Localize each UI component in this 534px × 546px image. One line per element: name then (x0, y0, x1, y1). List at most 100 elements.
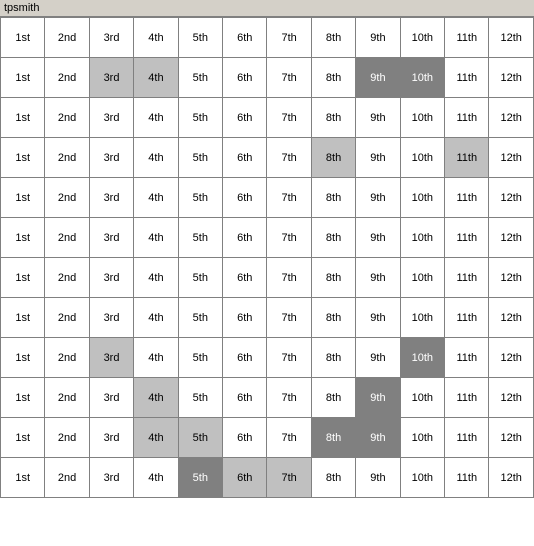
table-cell: 11th (445, 338, 489, 378)
table-cell: 1st (1, 58, 45, 98)
table-cell: 10th (400, 138, 444, 178)
table-cell: 11th (445, 458, 489, 498)
table-cell: 9th (356, 458, 400, 498)
table-cell: 3rd (89, 418, 133, 458)
table-cell: 7th (267, 418, 311, 458)
table-cell: 11th (445, 178, 489, 218)
table-cell: 12th (489, 258, 534, 298)
table-cell: 3rd (89, 258, 133, 298)
table-cell: 10th (400, 18, 444, 58)
table-cell: 2nd (45, 378, 89, 418)
table-cell: 4th (134, 218, 178, 258)
table-cell: 6th (223, 418, 267, 458)
table-cell: 10th (400, 178, 444, 218)
table-cell: 12th (489, 458, 534, 498)
table-cell: 11th (445, 378, 489, 418)
main-table: 1st2nd3rd4th5th6th7th8th9th10th11th12th1… (0, 17, 534, 498)
table-cell: 10th (400, 58, 444, 98)
table-cell: 9th (356, 58, 400, 98)
table-cell: 12th (489, 98, 534, 138)
table-cell: 3rd (89, 298, 133, 338)
table-cell: 8th (311, 178, 355, 218)
table-cell: 5th (178, 178, 222, 218)
table-cell: 5th (178, 258, 222, 298)
table-cell: 12th (489, 298, 534, 338)
table-cell: 8th (311, 18, 355, 58)
table-cell: 4th (134, 18, 178, 58)
table-cell: 6th (223, 338, 267, 378)
table-cell: 1st (1, 378, 45, 418)
table-cell: 3rd (89, 218, 133, 258)
table-cell: 12th (489, 338, 534, 378)
table-cell: 5th (178, 418, 222, 458)
table-row: 1st2nd3rd4th5th6th7th8th9th10th11th12th (1, 178, 534, 218)
table-cell: 6th (223, 298, 267, 338)
table-cell: 9th (356, 258, 400, 298)
table-cell: 8th (311, 258, 355, 298)
table-cell: 4th (134, 98, 178, 138)
table-cell: 11th (445, 298, 489, 338)
app-title: tpsmith (4, 2, 39, 14)
table-cell: 3rd (89, 98, 133, 138)
table-cell: 8th (311, 458, 355, 498)
table-cell: 2nd (45, 178, 89, 218)
table-cell: 10th (400, 458, 444, 498)
table-cell: 1st (1, 98, 45, 138)
table-cell: 5th (178, 298, 222, 338)
table-cell: 9th (356, 418, 400, 458)
table-row: 1st2nd3rd4th5th6th7th8th9th10th11th12th (1, 98, 534, 138)
table-cell: 8th (311, 98, 355, 138)
table-cell: 4th (134, 58, 178, 98)
table-cell: 10th (400, 378, 444, 418)
table-cell: 6th (223, 458, 267, 498)
table-cell: 7th (267, 178, 311, 218)
table-row: 1st2nd3rd4th5th6th7th8th9th10th11th12th (1, 338, 534, 378)
table-cell: 12th (489, 138, 534, 178)
table-cell: 10th (400, 338, 444, 378)
table-cell: 11th (445, 258, 489, 298)
table-cell: 8th (311, 418, 355, 458)
table-cell: 2nd (45, 58, 89, 98)
table-cell: 2nd (45, 458, 89, 498)
table-cell: 7th (267, 218, 311, 258)
table-cell: 9th (356, 298, 400, 338)
table-cell: 1st (1, 418, 45, 458)
table-cell: 8th (311, 338, 355, 378)
table-cell: 4th (134, 458, 178, 498)
table-cell: 1st (1, 298, 45, 338)
table-cell: 2nd (45, 138, 89, 178)
table-cell: 4th (134, 138, 178, 178)
table-cell: 2nd (45, 18, 89, 58)
table-cell: 5th (178, 338, 222, 378)
table-cell: 3rd (89, 58, 133, 98)
table-cell: 2nd (45, 258, 89, 298)
table-cell: 5th (178, 18, 222, 58)
table-cell: 12th (489, 18, 534, 58)
table-cell: 2nd (45, 418, 89, 458)
table-cell: 5th (178, 458, 222, 498)
table-cell: 4th (134, 338, 178, 378)
table-cell: 7th (267, 98, 311, 138)
table-cell: 10th (400, 98, 444, 138)
table-cell: 5th (178, 218, 222, 258)
table-cell: 6th (223, 178, 267, 218)
table-cell: 8th (311, 378, 355, 418)
table-cell: 9th (356, 378, 400, 418)
table-cell: 2nd (45, 338, 89, 378)
table-cell: 12th (489, 378, 534, 418)
table-cell: 7th (267, 18, 311, 58)
table-row: 1st2nd3rd4th5th6th7th8th9th10th11th12th (1, 378, 534, 418)
table-cell: 12th (489, 58, 534, 98)
table-row: 1st2nd3rd4th5th6th7th8th9th10th11th12th (1, 418, 534, 458)
table-cell: 1st (1, 138, 45, 178)
table-cell: 3rd (89, 378, 133, 418)
title-bar: tpsmith (0, 0, 534, 17)
table-cell: 2nd (45, 298, 89, 338)
table-cell: 8th (311, 298, 355, 338)
table-cell: 9th (356, 178, 400, 218)
table-cell: 5th (178, 378, 222, 418)
table-cell: 3rd (89, 458, 133, 498)
grid-container: 1st2nd3rd4th5th6th7th8th9th10th11th12th1… (0, 17, 534, 498)
table-cell: 8th (311, 218, 355, 258)
table-row: 1st2nd3rd4th5th6th7th8th9th10th11th12th (1, 58, 534, 98)
